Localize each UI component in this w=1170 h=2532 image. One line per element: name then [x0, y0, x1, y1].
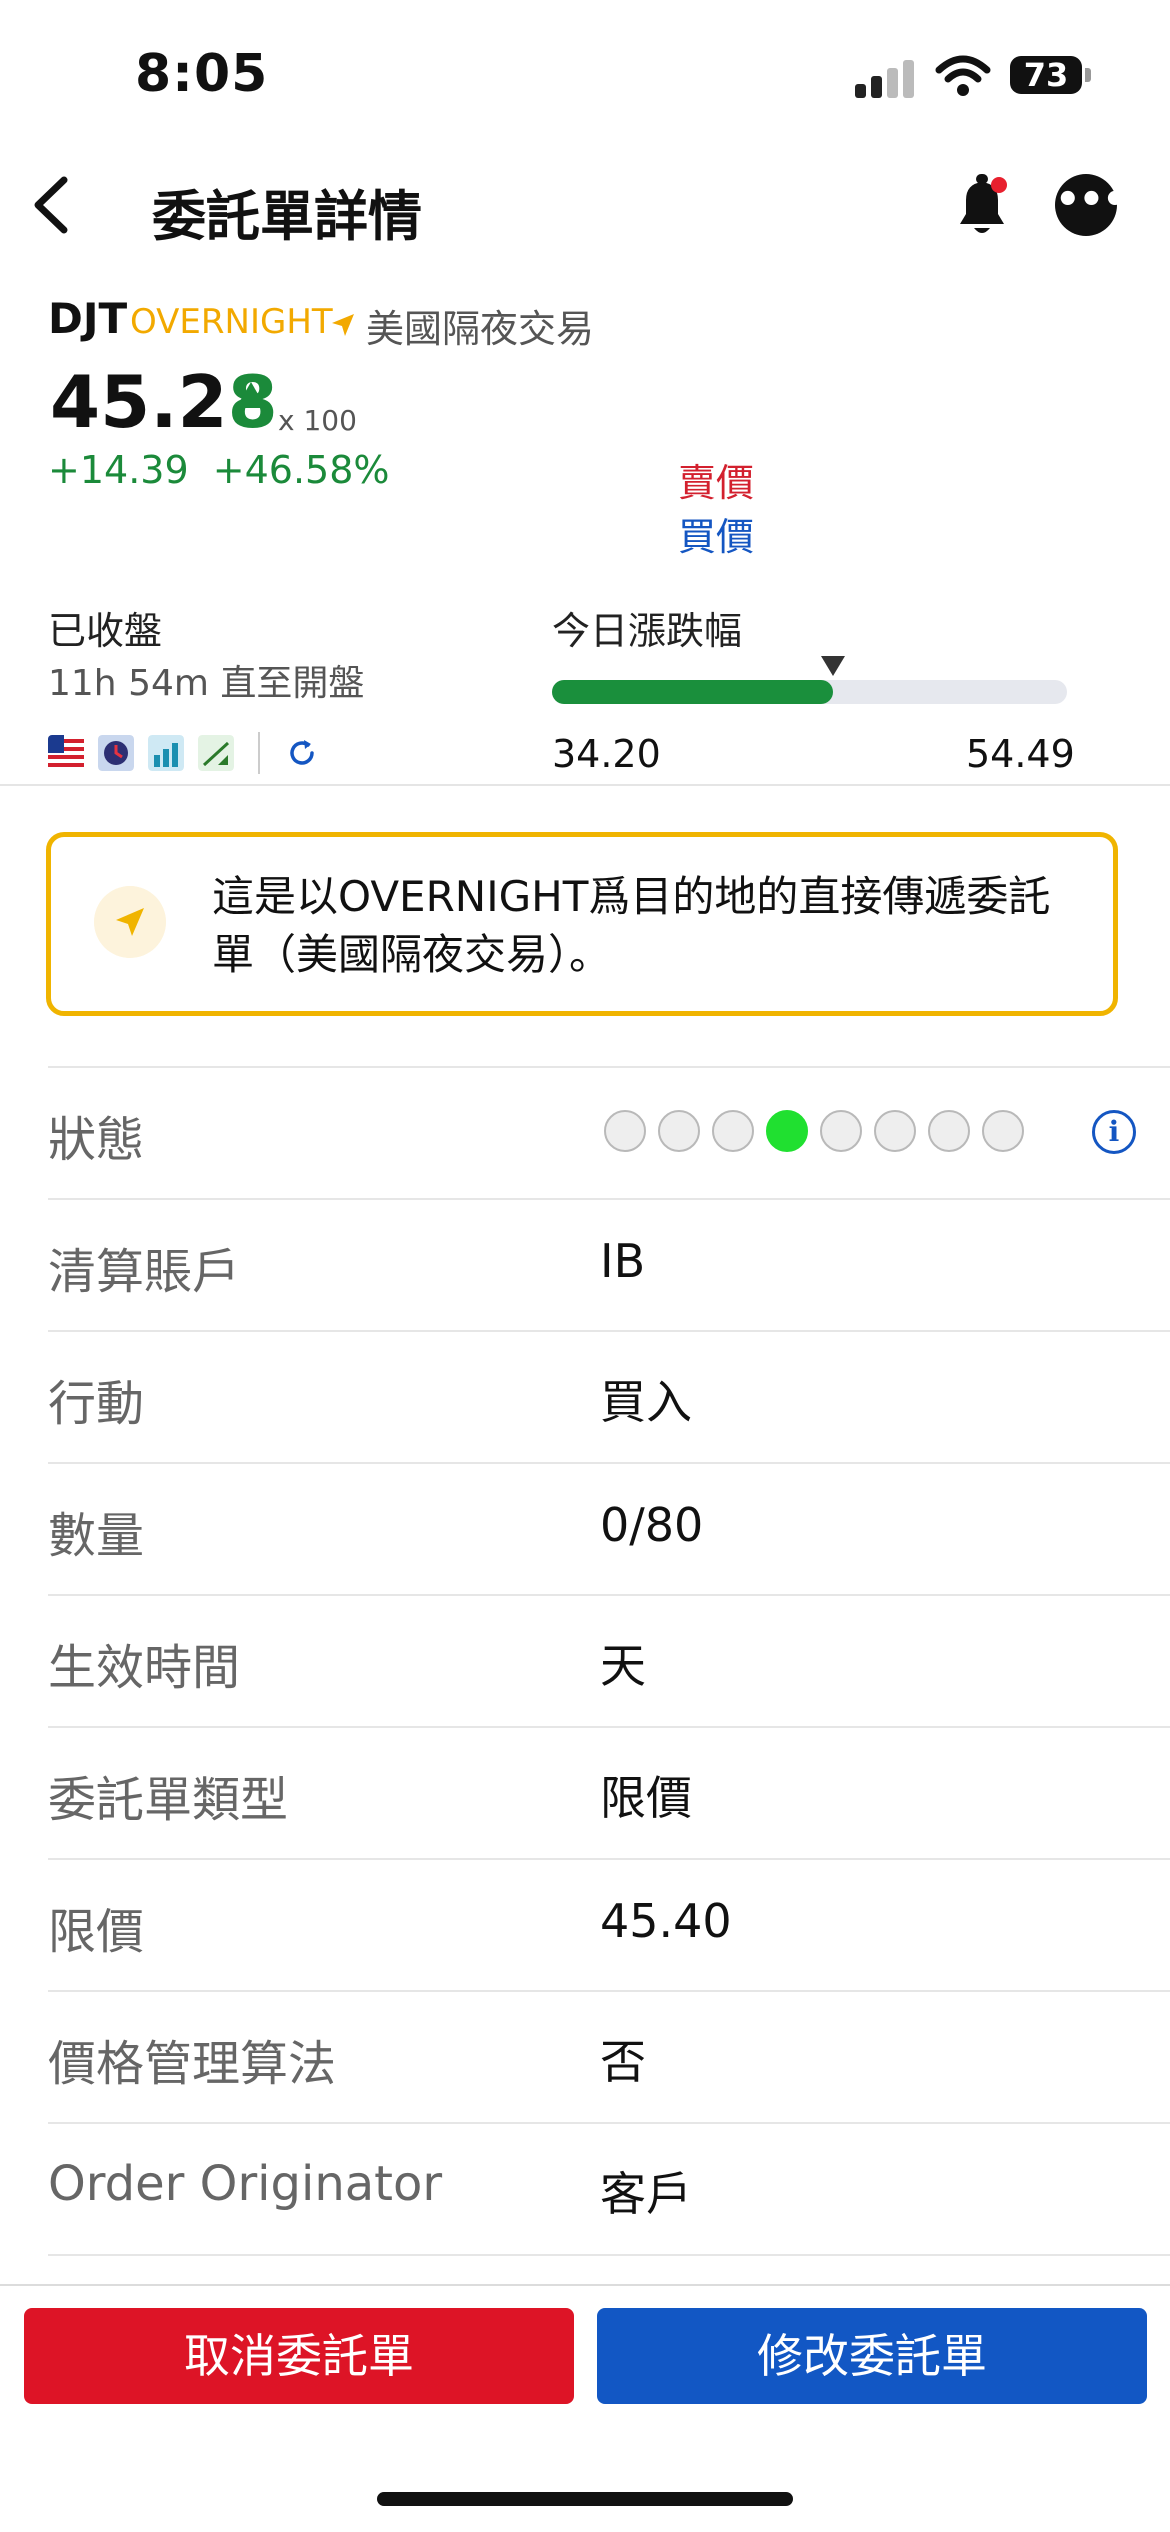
header-divider — [0, 784, 1170, 786]
detail-label: 委託單類型 — [48, 1772, 289, 1828]
detail-value: 客戶 — [600, 2167, 692, 2221]
day-range-low: 34.20 — [552, 732, 661, 776]
detail-label: 價格管理算法 — [48, 2036, 337, 2092]
ask-label: 賣價 — [678, 461, 755, 505]
notice-text: 這是以OVERNIGHT爲目的地的直接傳遞委託單（美國隔夜交易）。 — [212, 872, 1051, 979]
detail-value: 買入 — [600, 1375, 692, 1429]
detail-label: Order Originator — [48, 2156, 443, 2212]
day-range-high: 54.49 — [966, 732, 1075, 776]
status-step — [604, 1110, 646, 1152]
us-flag-icon — [48, 735, 84, 771]
bottom-divider — [0, 2284, 1170, 2286]
battery-indicator: 73 — [1010, 56, 1082, 94]
day-range-marker-icon — [821, 656, 846, 676]
icon-separator — [258, 732, 260, 774]
market-status: 已收盤 — [48, 609, 163, 653]
status-step — [820, 1110, 862, 1152]
detail-label: 限價 — [48, 1904, 145, 1960]
venue-direct-route-icon — [332, 314, 354, 336]
status-step — [712, 1110, 754, 1152]
row-divider — [48, 1066, 1170, 1068]
page-title: 委託單詳情 — [152, 185, 422, 248]
row-divider — [48, 1726, 1170, 1728]
status-time: 8:05 — [135, 44, 269, 104]
info-icon[interactable]: i — [1092, 1110, 1136, 1154]
row-divider — [48, 2254, 1170, 2256]
detail-label: 數量 — [48, 1508, 145, 1564]
last-price-main: 45.2 — [50, 360, 228, 444]
day-range-fill — [552, 680, 834, 704]
row-divider — [48, 1594, 1170, 1596]
row-divider — [48, 1198, 1170, 1200]
order-status-progress — [604, 1110, 1024, 1152]
more-options-icon[interactable]: ••• — [1055, 174, 1128, 236]
price-multiplier: x 100 — [278, 404, 357, 437]
indicator-icons — [48, 732, 320, 774]
level2-bars-icon — [148, 735, 184, 771]
status-step — [928, 1110, 970, 1152]
venue-label: OVERNIGHT — [130, 302, 333, 342]
home-indicator — [377, 2492, 793, 2506]
status-step — [658, 1110, 700, 1152]
row-divider — [48, 2122, 1170, 2124]
wifi-icon — [935, 55, 991, 96]
detail-value: 45.40 — [600, 1894, 732, 1948]
back-chevron-icon[interactable] — [22, 170, 82, 240]
modify-order-button[interactable]: 修改委託單 — [597, 2308, 1147, 2404]
cellular-signal-icon — [855, 58, 915, 98]
bid-label: 買價 — [678, 515, 755, 559]
ticker-symbol: DJT — [48, 294, 128, 343]
status-step-active — [766, 1110, 808, 1152]
detail-label: 清算賬戶 — [48, 1244, 241, 1300]
row-divider — [48, 1462, 1170, 1464]
detail-value: IB — [600, 1234, 646, 1288]
detail-value: 0/80 — [600, 1498, 704, 1552]
detail-value: 限價 — [600, 1771, 692, 1825]
status-step — [982, 1110, 1024, 1152]
status-label: 狀態 — [48, 1112, 145, 1168]
price-change: +14.39 +46.58% — [48, 448, 390, 492]
time-to-open: 11h 54m 直至開盤 — [48, 663, 365, 704]
direct-route-icon — [94, 886, 166, 958]
alert-bell-icon[interactable] — [950, 170, 1014, 242]
venue-description: 美國隔夜交易 — [366, 307, 595, 351]
row-divider — [48, 1330, 1170, 1332]
status-step — [874, 1110, 916, 1152]
price-up-arrow-icon — [236, 382, 266, 408]
cancel-order-button[interactable]: 取消委託單 — [24, 2308, 574, 2404]
battery-tip — [1085, 68, 1091, 82]
row-divider — [48, 1990, 1170, 1992]
detail-value: 天 — [600, 1639, 646, 1693]
trend-chart-icon — [198, 735, 234, 771]
row-divider — [48, 1858, 1170, 1860]
detail-value: 否 — [600, 2035, 646, 2089]
refresh-icon[interactable] — [284, 735, 320, 771]
clock-icon — [98, 735, 134, 771]
detail-label: 行動 — [48, 1376, 145, 1432]
day-range-label: 今日漲跌幅 — [552, 609, 743, 653]
detail-label: 生效時間 — [48, 1640, 241, 1696]
